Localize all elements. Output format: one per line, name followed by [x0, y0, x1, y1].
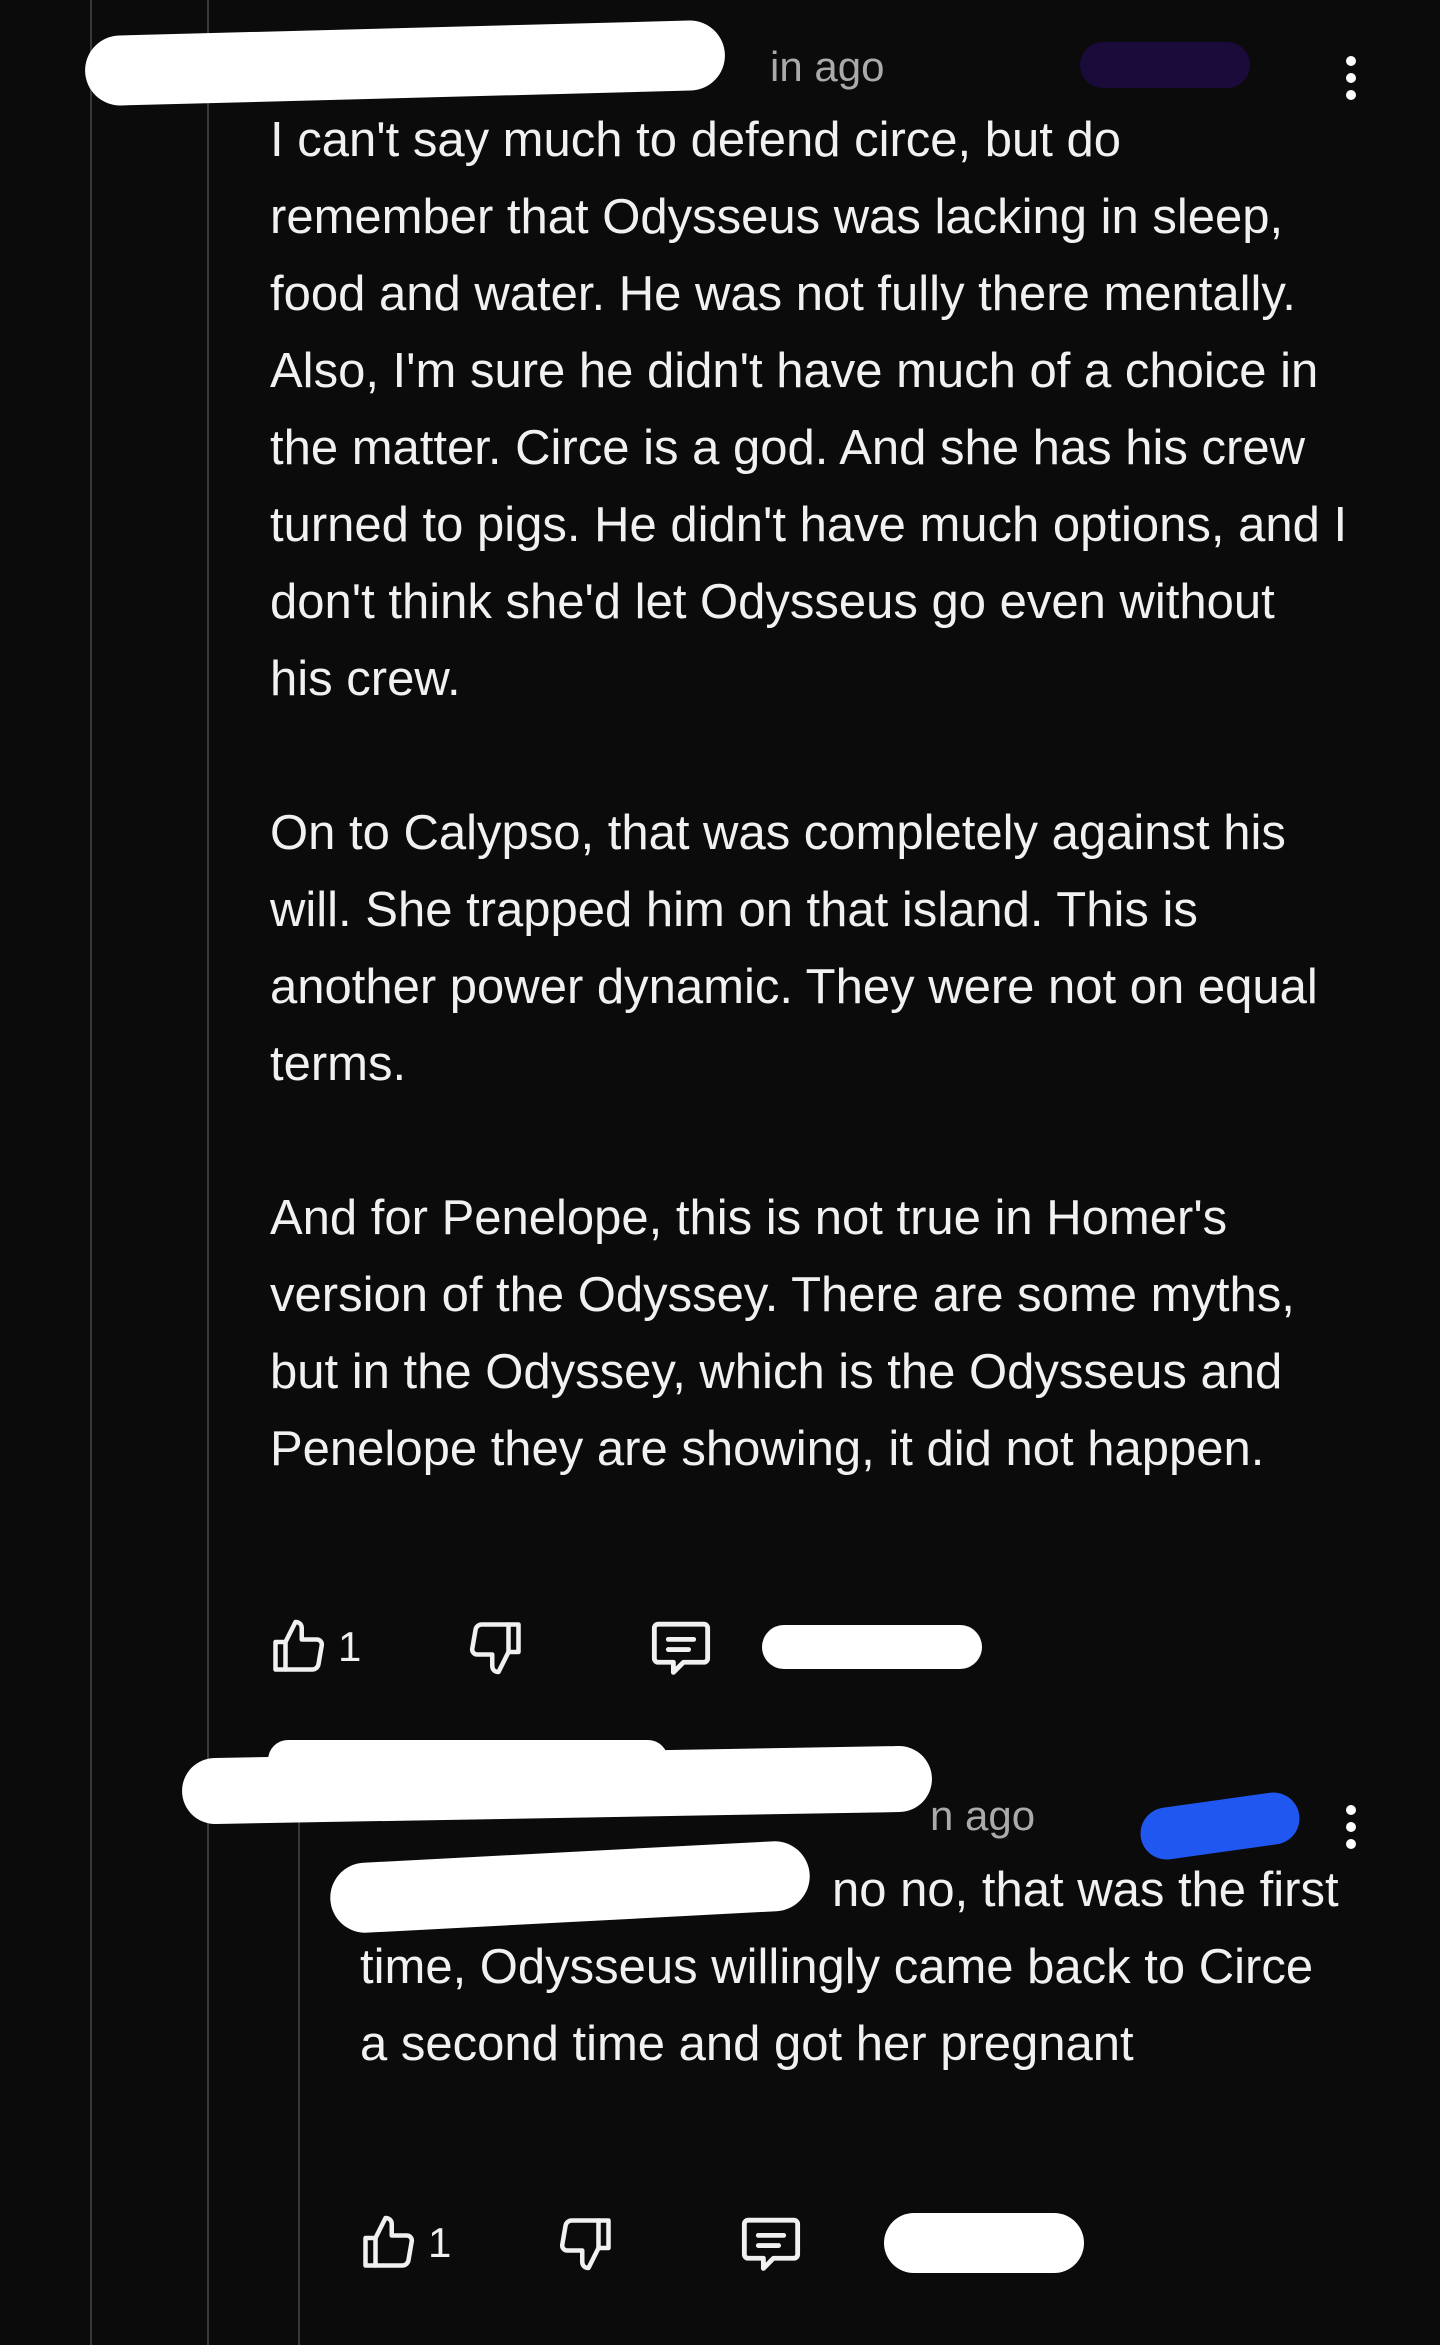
thumbs-up-icon [363, 2215, 415, 2268]
thumbs-down-icon [470, 1622, 522, 1675]
comment-1-actions: 1 [268, 1612, 983, 1682]
redacted-reply-replier-avatars [884, 2213, 1085, 2273]
comment-1-paragraph-1: I can't say much to defend circe, but do… [270, 113, 1348, 706]
comment-1-paragraph-3: And for Penelope, this is not true in Ho… [270, 1191, 1295, 1476]
redacted-replier-avatars [762, 1625, 983, 1669]
comment-2-body: no no, that was the first time, Odysseus… [360, 1852, 1350, 2083]
thumbs-down-icon [560, 2218, 612, 2271]
thread-line-inner [207, 0, 209, 2345]
thread-line-outer [90, 0, 92, 2345]
comment-1-body: I can't say much to defend circe, but do… [270, 102, 1350, 1488]
comment-2-reply-button[interactable] [738, 2212, 804, 2274]
redacted-badge [1080, 42, 1250, 88]
comment-1-dislike-button[interactable] [466, 1617, 526, 1677]
reply-comment-icon [742, 2217, 801, 2271]
redacted-reply-author-detail [268, 1740, 668, 1780]
comment-2-more-icon[interactable] [1331, 1797, 1371, 1857]
comment-2-timestamp: n ago [930, 1792, 1036, 1839]
thumbs-up-icon [273, 1619, 325, 1672]
redacted-author-name [84, 19, 726, 107]
comment-2-like-button[interactable]: 1 [358, 2213, 451, 2273]
comment-1-like-count: 1 [338, 1623, 362, 1670]
comment-1-paragraph-2: On to Calypso, that was completely again… [270, 806, 1318, 1091]
thread-line-nested [298, 1760, 300, 2345]
comment-1-timestamp: in ago [770, 43, 885, 90]
comment-2-dislike-button[interactable] [556, 2213, 616, 2273]
comment-2-like-count: 1 [428, 2219, 452, 2266]
comment-1-more-icon[interactable] [1331, 48, 1371, 108]
reply-comment-icon [652, 1621, 711, 1675]
comment-1-like-button[interactable]: 1 [268, 1617, 361, 1677]
comment-1-reply-button[interactable] [648, 1616, 714, 1678]
comment-2-paragraph: no no, that was the first time, Odysseus… [360, 1863, 1339, 2071]
comment-2-actions: 1 [358, 2208, 1085, 2278]
